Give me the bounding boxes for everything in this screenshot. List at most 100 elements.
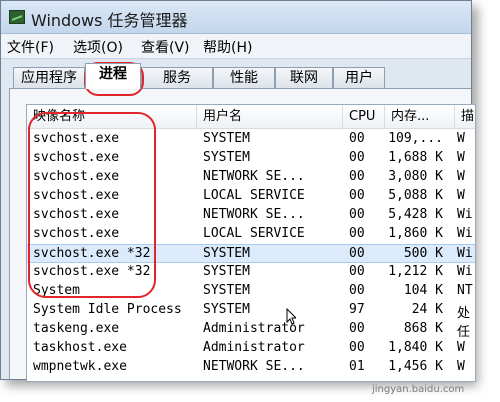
cpu-cell: 01 xyxy=(349,359,365,374)
memory-cell: 104 K xyxy=(403,283,443,298)
column-header-image-name[interactable]: 映像名称 xyxy=(27,105,197,128)
process-name-cell: svchost.exe *32 xyxy=(33,264,151,279)
description-cell: Wi xyxy=(457,207,473,222)
process-row[interactable]: svchost.exe LOCAL SERVICE 00 1,860 K Wi xyxy=(27,225,475,244)
user-name-cell: LOCAL SERVICE xyxy=(203,188,305,203)
description-cell: W xyxy=(457,340,465,355)
process-name-cell: svchost.exe xyxy=(33,188,120,203)
cpu-cell: 00 xyxy=(349,169,365,184)
process-row[interactable]: svchost.exe SYSTEM 00 109,... W xyxy=(27,130,475,149)
description-cell: Wi xyxy=(457,226,473,241)
memory-cell: 5,428 K xyxy=(388,207,443,222)
memory-cell: 3,080 K xyxy=(388,169,443,184)
task-manager-icon xyxy=(9,10,25,24)
tab-services[interactable]: 服务 xyxy=(141,67,213,88)
description-cell: Wi xyxy=(457,264,473,279)
process-row[interactable]: wmpnetwk.exe NETWORK SE... 01 1,456 K W xyxy=(27,358,475,377)
memory-cell: 868 K xyxy=(403,321,443,336)
process-row[interactable]: taskeng.exe Administrator 00 868 K 任 xyxy=(27,320,475,340)
tab-networking[interactable]: 联网 xyxy=(275,67,333,88)
cpu-cell: 97 xyxy=(349,302,365,317)
process-list[interactable]: 映像名称 用户名 CPU 内存... 描 svchost.exe SYSTEM 00… xyxy=(26,104,476,382)
description-cell: Wi xyxy=(457,246,473,261)
description-cell: W xyxy=(457,169,465,184)
cpu-cell: 00 xyxy=(349,207,365,222)
memory-cell: 1,860 K xyxy=(388,226,443,241)
memory-cell: 1,212 K xyxy=(388,264,443,279)
user-name-cell: SYSTEM xyxy=(203,302,250,317)
process-row[interactable]: System Idle Process SYSTEM 97 24 K 处 xyxy=(27,301,475,321)
column-header-user-name[interactable]: 用户名 xyxy=(197,105,343,128)
description-cell: 处 xyxy=(457,306,471,321)
user-name-cell: NETWORK SE... xyxy=(203,207,305,222)
cpu-cell: 00 xyxy=(349,246,365,261)
cpu-cell: 00 xyxy=(349,340,365,355)
cpu-cell: 00 xyxy=(349,321,365,336)
user-name-cell: SYSTEM xyxy=(203,246,250,261)
process-row[interactable]: svchost.exe *32 SYSTEM 00 1,212 K Wi xyxy=(27,263,475,282)
cpu-cell: 00 xyxy=(349,188,365,203)
user-name-cell: SYSTEM xyxy=(203,150,250,165)
window-title: Windows 任务管理器 xyxy=(31,11,188,30)
process-row[interactable]: svchost.exe NETWORK SE... 00 3,080 K W xyxy=(27,168,475,187)
user-name-cell: Administrator xyxy=(203,340,305,355)
memory-cell: 5,088 K xyxy=(388,188,443,203)
tab-users[interactable]: 用户 xyxy=(333,67,385,88)
process-name-cell: svchost.exe xyxy=(33,169,120,184)
title-bar[interactable]: Windows 任务管理器 xyxy=(1,1,471,34)
memory-cell: 1,688 K xyxy=(388,150,443,165)
memory-cell: 109,... xyxy=(388,131,443,146)
column-header-cpu[interactable]: CPU xyxy=(343,105,385,128)
user-name-cell: Administrator xyxy=(203,321,305,336)
tab-applications[interactable]: 应用程序 xyxy=(13,67,85,88)
user-name-cell: NETWORK SE... xyxy=(203,169,305,184)
watermark: jingyan.baidu.com xyxy=(372,384,465,395)
user-name-cell: LOCAL SERVICE xyxy=(203,226,305,241)
tab-performance[interactable]: 性能 xyxy=(213,67,275,88)
menu-file[interactable]: 文件(F) xyxy=(7,37,54,57)
memory-cell: 1,456 K xyxy=(388,359,443,374)
process-name-cell: taskhost.exe xyxy=(33,340,127,355)
description-cell: W xyxy=(457,188,465,203)
process-row[interactable]: svchost.exe SYSTEM 00 1,688 K W xyxy=(27,149,475,168)
process-name-cell: svchost.exe xyxy=(33,131,120,146)
user-name-cell: SYSTEM xyxy=(203,283,250,298)
process-name-cell: taskeng.exe xyxy=(33,321,120,336)
menu-help[interactable]: 帮助(H) xyxy=(203,37,252,57)
process-row[interactable]: taskhost.exe Administrator 00 1,840 K W xyxy=(27,339,475,358)
description-cell: NT xyxy=(457,283,473,298)
process-row[interactable]: svchost.exe NETWORK SE... 00 5,428 K Wi xyxy=(27,206,475,225)
process-name-cell: System xyxy=(33,283,80,298)
column-header-row: 映像名称 用户名 CPU 内存... 描 xyxy=(27,105,475,129)
description-cell: 任 xyxy=(457,325,471,340)
cpu-cell: 00 xyxy=(349,150,365,165)
menu-options[interactable]: 选项(O) xyxy=(73,37,123,57)
description-cell: W xyxy=(457,359,465,374)
menu-view[interactable]: 查看(V) xyxy=(141,37,190,57)
user-name-cell: SYSTEM xyxy=(203,131,250,146)
process-name-cell: wmpnetwk.exe xyxy=(33,359,127,374)
user-name-cell: NETWORK SE... xyxy=(203,359,305,374)
cpu-cell: 00 xyxy=(349,283,365,298)
menu-bar: 文件(F) 选项(O) 查看(V) 帮助(H) xyxy=(1,34,471,59)
process-name-cell: svchost.exe *32 xyxy=(33,246,151,261)
description-cell: W xyxy=(457,131,465,146)
column-header-memory[interactable]: 内存... xyxy=(385,105,455,128)
process-name-cell: System Idle Process xyxy=(33,302,182,317)
tab-processes[interactable]: 进程 xyxy=(85,63,141,89)
cpu-cell: 00 xyxy=(349,264,365,279)
memory-cell: 500 K xyxy=(403,246,443,261)
memory-cell: 24 K xyxy=(411,302,443,317)
description-cell: W xyxy=(457,150,465,165)
process-name-cell: svchost.exe xyxy=(33,207,120,222)
process-name-cell: svchost.exe xyxy=(33,150,120,165)
tab-strip: 应用程序 进程 服务 性能 联网 用户 xyxy=(1,63,471,89)
process-row[interactable]: svchost.exe *32 SYSTEM 00 500 K Wi xyxy=(27,244,475,263)
process-row[interactable]: System SYSTEM 00 104 K NT xyxy=(27,282,475,301)
process-name-cell: svchost.exe xyxy=(33,226,120,241)
cpu-cell: 00 xyxy=(349,131,365,146)
process-row[interactable]: svchost.exe LOCAL SERVICE 00 5,088 K W xyxy=(27,187,475,206)
memory-cell: 1,840 K xyxy=(388,340,443,355)
user-name-cell: SYSTEM xyxy=(203,264,250,279)
column-header-description[interactable]: 描 xyxy=(455,105,475,128)
